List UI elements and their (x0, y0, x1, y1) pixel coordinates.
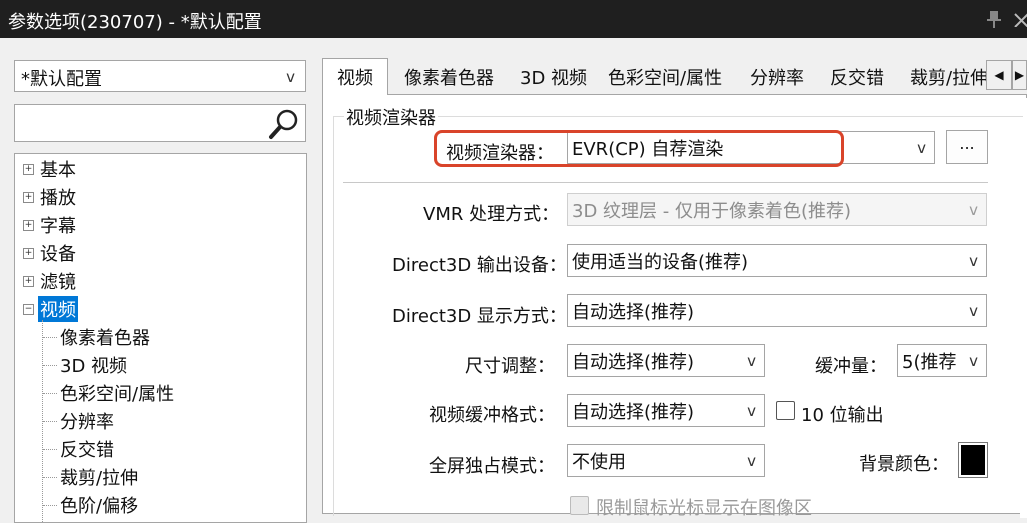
d3d-device-label: Direct3D 输出设备： (392, 255, 567, 276)
chevron-down-icon: v (747, 352, 756, 370)
tree-connector (43, 477, 57, 478)
ten-bit-checkbox[interactable] (776, 401, 795, 420)
expand-icon[interactable]: + (23, 220, 34, 231)
d3d-device-value: 使用适当的设备(推荐) (572, 252, 749, 273)
tree-item-label: 设备 (40, 244, 76, 265)
cursor-limit-label: 限制鼠标光标显示在图像区 (596, 498, 812, 519)
tree-item-label: 像素着色器 (60, 328, 150, 349)
tree-item-3d-video[interactable]: 3D 视频 (15, 352, 295, 379)
tab-color-space[interactable]: 色彩空间/属性 (608, 64, 722, 90)
annotation-highlight (434, 130, 844, 167)
tree-item-crop-stretch[interactable]: 裁剪/拉伸 (15, 464, 295, 491)
tree-connector (43, 365, 57, 366)
tree-item-label: 色彩空间/属性 (60, 384, 175, 405)
chevron-down-icon: v (286, 68, 295, 86)
background-color-button[interactable] (958, 442, 988, 478)
tab-deinterlace[interactable]: 反交错 (830, 64, 884, 90)
tree-item-color-space[interactable]: 色彩空间/属性 (15, 380, 295, 407)
chevron-down-icon: v (747, 402, 756, 420)
vmr-select-value: 3D 纹理层 - 仅用于像素着色(推荐) (572, 201, 852, 222)
chevron-down-icon: v (747, 452, 756, 470)
tab-3d-video[interactable]: 3D 视频 (520, 64, 587, 90)
tree-connector (43, 337, 57, 338)
tree-item-label: 裁剪/拉伸 (60, 468, 139, 489)
tree-connector (43, 393, 57, 394)
tab-scroll-right-button[interactable]: ▶ (1012, 60, 1027, 90)
d3d-display-select[interactable]: 自动选择(推荐) v (567, 294, 987, 327)
chevron-down-icon: v (969, 252, 978, 270)
cursor-limit-checkbox[interactable] (570, 496, 589, 515)
tree-item-label: 播放 (40, 188, 76, 209)
chevron-down-icon: v (917, 139, 926, 157)
pin-icon[interactable] (985, 9, 1003, 29)
search-icon[interactable] (267, 108, 301, 140)
profile-select-value: *默认配置 (21, 69, 102, 90)
search-input[interactable] (14, 104, 306, 142)
tab-scroll-left-button[interactable]: ◀ (986, 60, 1012, 90)
vmr-label: VMR 处理方式： (423, 204, 560, 225)
d3d-display-label: Direct3D 显示方式： (392, 306, 567, 327)
tree-connector (43, 505, 57, 506)
expand-icon[interactable]: + (23, 276, 34, 287)
buffer-value: 5(推荐 (902, 352, 957, 373)
expand-icon[interactable]: + (23, 164, 34, 175)
tree-item-label: 滤镜 (40, 272, 76, 293)
tree-connector (42, 320, 43, 522)
chevron-down-icon: v (969, 201, 978, 219)
vmr-select[interactable]: 3D 纹理层 - 仅用于像素着色(推荐) v (567, 193, 987, 226)
tree-item-label: 字幕 (40, 216, 76, 237)
background-color-label: 背景颜色： (859, 454, 949, 475)
expand-icon[interactable]: + (23, 192, 34, 203)
tree-item-label: 基本 (40, 160, 76, 181)
separator (343, 182, 988, 183)
tree-connector (43, 421, 57, 422)
buffer-format-select[interactable]: 自动选择(推荐) v (567, 394, 765, 427)
tree-connector (43, 449, 57, 450)
tree-item-resolution[interactable]: 分辨率 (15, 408, 295, 435)
buffer-select[interactable]: 5(推荐 v (897, 344, 987, 377)
tree-item-label: 视频 (38, 296, 78, 322)
tab-pixel-shaders[interactable]: 像素着色器 (404, 64, 494, 90)
profile-select[interactable]: *默认配置 v (14, 60, 306, 92)
chevron-right-icon: ▶ (1014, 68, 1025, 82)
tree-item-label: 分辨率 (60, 412, 114, 433)
chevron-down-icon: v (969, 302, 978, 320)
tree-item-deinterlace[interactable]: 反交错 (15, 436, 295, 463)
tab-strip: 视频 像素着色器 3D 视频 色彩空间/属性 分辨率 反交错 裁剪/拉伸 (322, 58, 1027, 95)
buffer-label: 缓冲量： (815, 356, 887, 377)
d3d-display-value: 自动选择(推荐) (572, 302, 695, 323)
tab-crop-stretch[interactable]: 裁剪/拉伸 (910, 64, 990, 90)
resize-select[interactable]: 自动选择(推荐) v (567, 344, 765, 377)
tree-item-label: 3D 视频 (60, 356, 128, 377)
tree-item-levels-offset[interactable]: 色阶/偏移 (15, 492, 295, 519)
resize-value: 自动选择(推荐) (572, 352, 695, 373)
collapse-icon[interactable]: − (23, 304, 34, 315)
buffer-format-label: 视频缓冲格式： (429, 405, 555, 426)
renderer-settings-button[interactable]: ... (946, 130, 988, 164)
expand-icon[interactable]: + (23, 248, 34, 259)
d3d-device-select[interactable]: 使用适当的设备(推荐) v (567, 244, 987, 277)
group-title: 视频渲染器 (344, 104, 438, 130)
chevron-left-icon: ◀ (994, 68, 1004, 82)
color-swatch (961, 445, 985, 475)
tree-item-label: 反交错 (60, 440, 114, 461)
buffer-format-value: 自动选择(推荐) (572, 402, 695, 423)
tree-item-label: 色阶/偏移 (60, 496, 139, 517)
chevron-down-icon: v (969, 352, 978, 370)
tab-resolution[interactable]: 分辨率 (750, 64, 804, 90)
fullscreen-value: 不使用 (572, 452, 626, 473)
fullscreen-select[interactable]: 不使用 v (567, 444, 765, 477)
tab-video[interactable]: 视频 (322, 58, 388, 95)
close-icon[interactable] (1012, 11, 1027, 27)
ten-bit-label: 10 位输出 (801, 405, 884, 426)
window-title: 参数选项(230707) - *默认配置 (8, 12, 262, 33)
settings-tree[interactable]: + 基本 + 播放 + 字幕 + 设备 + 滤镜 − 视频 像素着色器 3D 视… (14, 153, 307, 523)
fullscreen-label: 全屏独占模式： (429, 456, 555, 477)
tree-item-pixel-shaders[interactable]: 像素着色器 (15, 324, 295, 351)
resize-label: 尺寸调整： (465, 356, 555, 377)
